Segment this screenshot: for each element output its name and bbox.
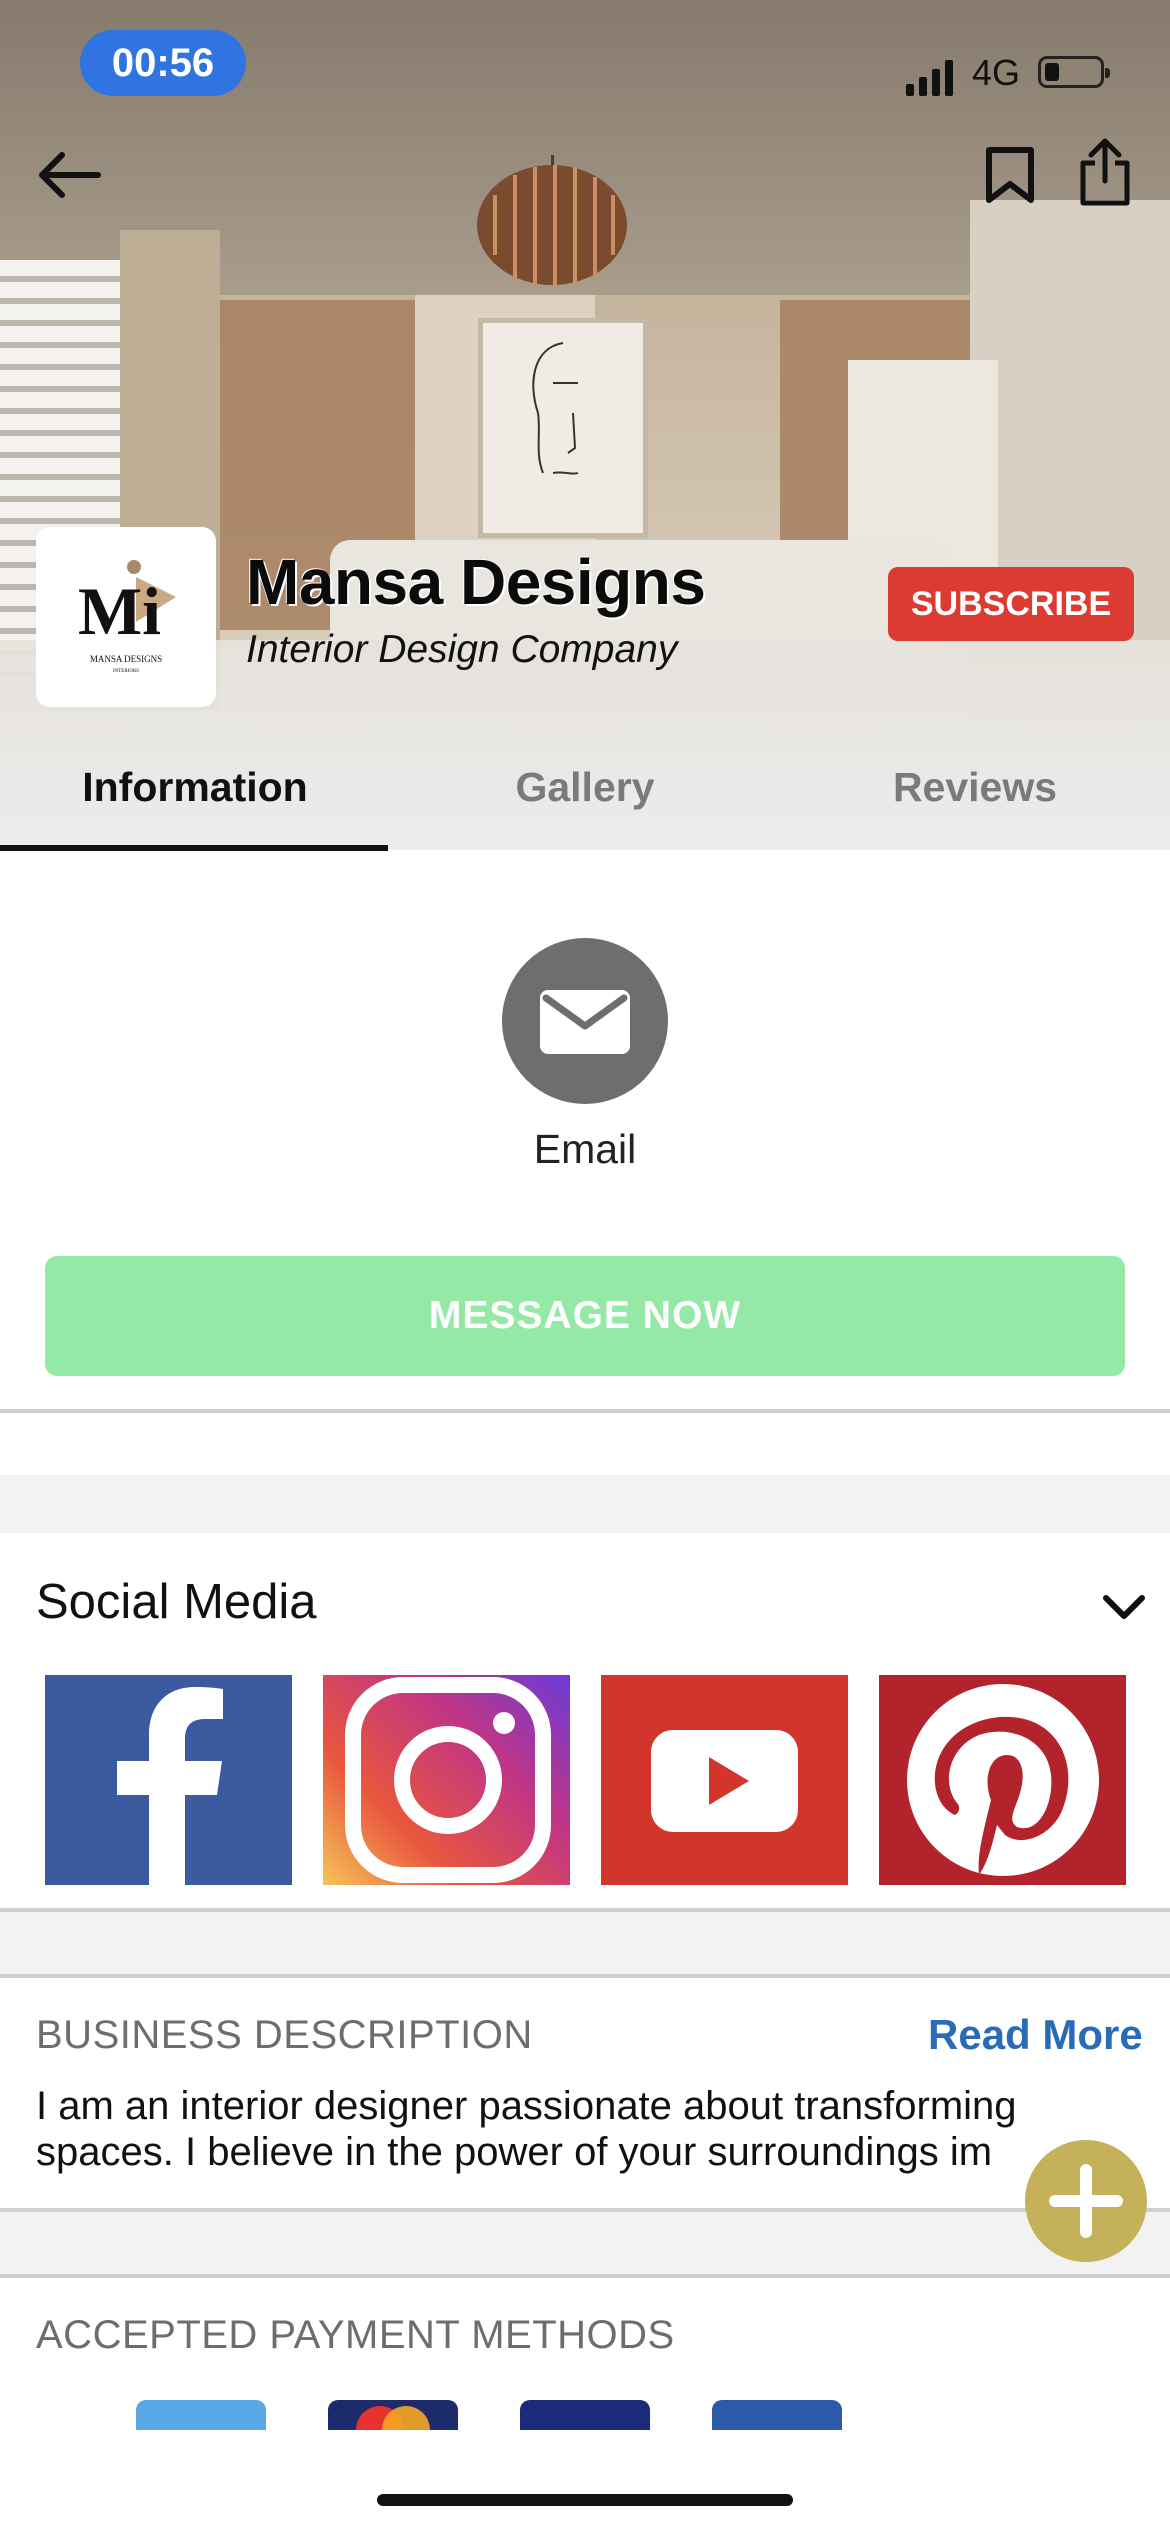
section-spacer [0, 1475, 1170, 1533]
subscribe-button[interactable]: SUBSCRIBE [888, 567, 1134, 641]
facebook-link[interactable] [45, 1675, 292, 1885]
business-name: Mansa Designs [246, 546, 706, 618]
network-type: 4G [972, 52, 1021, 93]
battery-icon [1038, 56, 1110, 88]
business-logo: Mi MANSA DESIGNS INTERIORS [36, 527, 216, 707]
section-divider [0, 2274, 1170, 2278]
pendant-lamp [477, 165, 627, 285]
svg-text:INTERIORS: INTERIORS [113, 669, 139, 674]
visa-icon [520, 2400, 650, 2430]
tab-reviews[interactable]: Reviews [780, 745, 1170, 850]
email-label: Email [533, 1126, 637, 1172]
svg-text:MANSA DESIGNS: MANSA DESIGNS [90, 654, 162, 664]
section-divider [0, 1409, 1170, 1413]
read-more-link[interactable]: Read More [928, 2011, 1143, 2059]
pinterest-icon [907, 1684, 1099, 1876]
tab-bar: Information Gallery Reviews [0, 745, 1170, 851]
message-now-button[interactable]: MESSAGE NOW [45, 1256, 1125, 1376]
youtube-icon [651, 1730, 798, 1832]
battery-level [1045, 63, 1059, 81]
svg-text:Mi: Mi [78, 573, 161, 649]
email-button[interactable] [502, 938, 668, 1104]
facebook-icon [117, 1687, 223, 1885]
visa-electron-icon [712, 2400, 842, 2430]
section-divider [0, 1974, 1170, 1978]
instagram-link[interactable] [323, 1675, 570, 1885]
plus-icon [1049, 2164, 1123, 2238]
mastercard-icon [328, 2400, 458, 2430]
add-fab-button[interactable] [1025, 2140, 1147, 2262]
envelope-icon [540, 990, 630, 1054]
active-tab-indicator [0, 845, 388, 851]
status-bar: 00:56 4G [0, 0, 1170, 140]
signal-icon [906, 60, 953, 96]
cover-face-artwork [478, 318, 648, 538]
instagram-icon [345, 1677, 551, 1883]
section-spacer [0, 1912, 1170, 1976]
tab-gallery[interactable]: Gallery [390, 745, 780, 850]
chevron-down-icon[interactable] [1100, 1590, 1148, 1624]
tab-information[interactable]: Information [0, 745, 390, 850]
bookmark-icon[interactable] [980, 140, 1040, 210]
pinterest-link[interactable] [879, 1675, 1126, 1885]
generic-card-icon [136, 2400, 266, 2430]
back-arrow-icon[interactable] [30, 140, 110, 210]
youtube-link[interactable] [601, 1675, 848, 1885]
business-description-title: BUSINESS DESCRIPTION [36, 2013, 533, 2057]
social-media-title: Social Media [36, 1575, 317, 1629]
home-indicator[interactable] [377, 2494, 793, 2506]
mansa-logo-icon: Mi MANSA DESIGNS INTERIORS [78, 560, 176, 674]
section-spacer [0, 2212, 1170, 2276]
business-category: Interior Design Company [246, 628, 678, 671]
battery-nub [1105, 68, 1110, 78]
business-description-text: I am an interior designer passionate abo… [36, 2084, 1017, 2174]
status-time: 00:56 [80, 30, 246, 96]
payment-methods-title: ACCEPTED PAYMENT METHODS [36, 2313, 675, 2357]
share-icon[interactable] [1075, 135, 1135, 210]
